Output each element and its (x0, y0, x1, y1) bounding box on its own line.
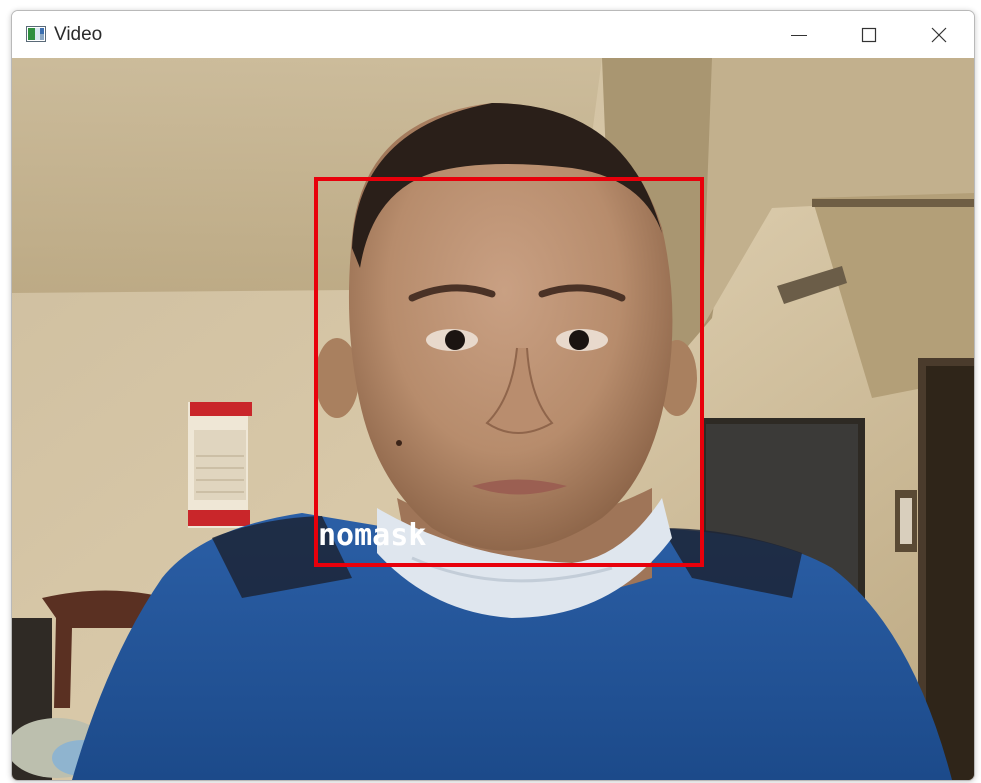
detection-label: nomask (318, 518, 426, 553)
window-title: Video (54, 24, 103, 45)
maximize-button[interactable] (834, 11, 904, 58)
close-button[interactable] (904, 11, 974, 58)
video-window: Video nomask (11, 10, 975, 781)
app-video-icon (26, 26, 46, 42)
maximize-icon (861, 27, 877, 42)
video-frame: nomask (12, 58, 974, 780)
minimize-button[interactable] (764, 11, 834, 58)
minimize-icon (791, 34, 807, 36)
title-bar[interactable]: Video (12, 11, 974, 58)
webcam-image: nomask (12, 58, 974, 780)
close-icon (931, 27, 947, 42)
